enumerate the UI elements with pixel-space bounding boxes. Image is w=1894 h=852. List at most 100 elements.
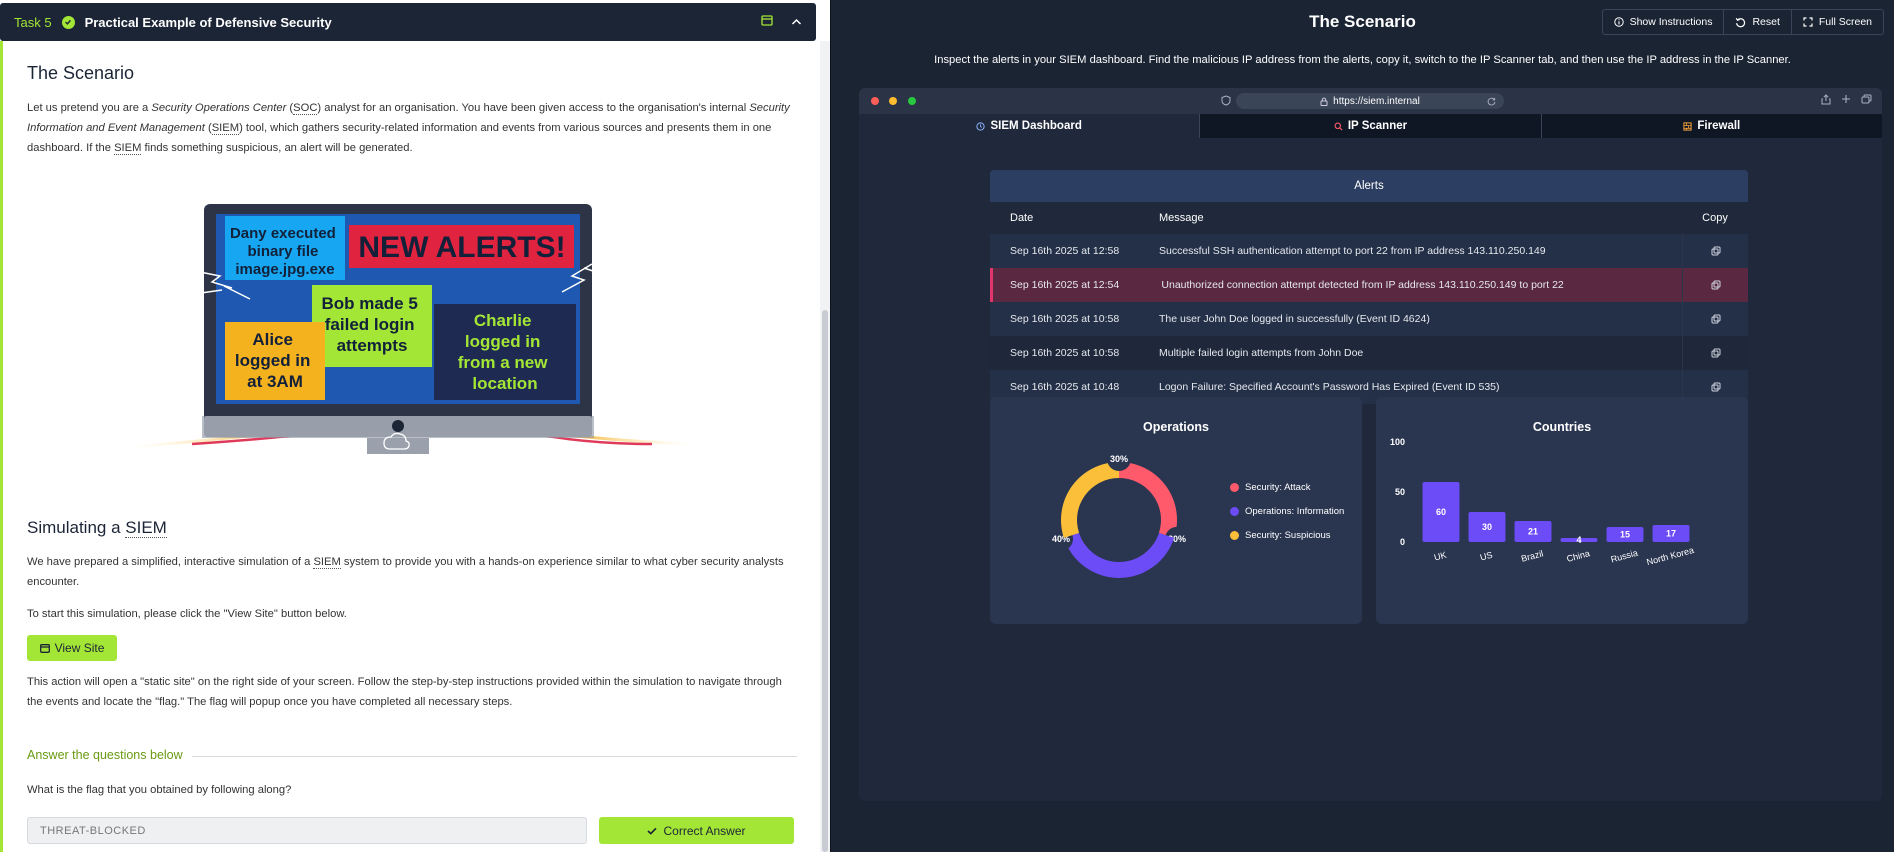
scrollbar-thumb[interactable] [822, 310, 828, 852]
show-instructions-button[interactable]: Show Instructions [1603, 10, 1725, 34]
tabs-icon[interactable] [1861, 94, 1872, 104]
slice-label: 30% [1110, 454, 1128, 464]
bar-value-label: 30 [1482, 522, 1492, 532]
siem-abbr: SIEM [211, 122, 240, 135]
bar-value-label: 60 [1436, 507, 1446, 517]
tab-label: SIEM Dashboard [990, 120, 1082, 132]
answer-input[interactable]: THREAT-BLOCKED [27, 817, 587, 844]
column-message: Message [1159, 212, 1204, 224]
table-row[interactable]: Sep 16th 2025 at 12:58 Successful SSH au… [990, 234, 1748, 268]
donut-slice [1061, 462, 1119, 538]
firewall-icon [1683, 121, 1693, 131]
x-tick-label: China [1566, 548, 1591, 564]
bar-value-label: 21 [1528, 527, 1538, 537]
shield-icon [1221, 95, 1231, 106]
search-icon [1334, 122, 1343, 131]
y-tick-label: 50 [1395, 487, 1405, 497]
alert-message: Successful SSH authentication attempt to… [1159, 245, 1546, 257]
chevron-up-icon[interactable] [791, 13, 802, 31]
alerts-table: Alerts Date Message Copy Sep 16th 2025 a… [990, 170, 1748, 404]
chart-title: Countries [1532, 420, 1592, 434]
close-dot-icon[interactable] [871, 97, 879, 105]
alerts-title: Alerts [990, 170, 1748, 202]
tab-siem-dashboard[interactable]: SIEM Dashboard [859, 114, 1201, 138]
view-site-button[interactable]: View Site [27, 635, 117, 661]
clock-icon [976, 121, 986, 131]
siem-alerts-illustration: Dany executed binary file image.jpg.exe … [132, 204, 693, 454]
correct-answer-label: Correct Answer [663, 823, 746, 838]
simulating-paragraph: We have prepared a simplified, interacti… [27, 556, 784, 588]
simulation-panel: The Scenario Show Instructions Reset Ful… [831, 0, 1894, 852]
copy-icon[interactable] [1682, 336, 1748, 370]
browser-chrome: https://siem.internal [859, 88, 1882, 114]
siem-abbr: SIEM [114, 142, 142, 155]
view-site-label: View Site [54, 641, 105, 655]
share-icon[interactable] [1821, 94, 1831, 105]
maximize-dot-icon[interactable] [907, 97, 916, 105]
info-icon [1613, 17, 1624, 27]
bar-value-label: 15 [1620, 530, 1630, 540]
alert-date: Sep 16th 2025 at 12:54 [1010, 279, 1120, 291]
alert-date: Sep 16th 2025 at 10:58 [1010, 313, 1120, 325]
table-row[interactable]: Sep 16th 2025 at 10:58 The user John Doe… [990, 302, 1748, 336]
x-tick-label: US [1479, 550, 1494, 563]
countries-chart-card: Countries 0 50 100 60 UK 30 US 21 Brazil 4 China 15… [1376, 397, 1748, 624]
alert-date: Sep 16th 2025 at 10:58 [1010, 347, 1120, 359]
full-screen-label: Full Screen [1818, 16, 1872, 28]
question-text: What is the flag that you obtained by fo… [27, 784, 292, 796]
task-panel: Task 5 Practical Example of Defensive Se… [0, 0, 830, 852]
table-row-highlighted[interactable]: Sep 16th 2025 at 12:54 Unauthorized conn… [990, 268, 1748, 302]
copy-icon[interactable] [1682, 234, 1748, 268]
legend-item: Operations: Information [1230, 499, 1344, 523]
browser-window: https://siem.internal SIEM Dashboard IP … [859, 88, 1882, 801]
alert-date: Sep 16th 2025 at 10:48 [1010, 381, 1120, 393]
minimize-dot-icon[interactable] [889, 97, 898, 105]
correct-answer-button[interactable]: Correct Answer [599, 817, 794, 844]
task-number: Task 5 [14, 14, 52, 30]
bar-value-label: 17 [1666, 529, 1676, 539]
simulating-heading: Simulating a SIEM [27, 518, 167, 538]
task-accent-bar [0, 41, 3, 852]
fullscreen-icon [1803, 17, 1813, 27]
alert-message: Logon Failure: Specified Account's Passw… [1159, 381, 1500, 393]
x-tick-label: North Korea [1645, 545, 1694, 567]
address-bar[interactable]: https://siem.internal [1236, 93, 1504, 109]
scenario-heading: The Scenario [27, 63, 135, 83]
y-tick-label: 0 [1400, 537, 1405, 547]
tab-ip-scanner[interactable]: IP Scanner [1200, 114, 1542, 138]
calendar-icon[interactable] [761, 13, 773, 31]
svg-text:Bob made 5 failed logi: Bob made 5 failed login attempts [321, 294, 422, 355]
tab-label: IP Scanner [1347, 120, 1408, 132]
chart-title: Operations [1143, 420, 1209, 434]
tab-label: Firewall [1697, 120, 1741, 132]
column-date: Date [1010, 212, 1034, 224]
copy-icon[interactable] [1682, 268, 1748, 302]
tab-firewall[interactable]: Firewall [1542, 114, 1882, 138]
reset-button[interactable]: Reset [1724, 10, 1792, 34]
chart-legend: Security: Attack Operations: Information… [1230, 475, 1344, 547]
reset-icon [1736, 17, 1746, 27]
donut-slice [1063, 532, 1175, 578]
copy-icon[interactable] [1682, 302, 1748, 336]
table-row[interactable]: Sep 16th 2025 at 10:58 Multiple failed l… [990, 336, 1748, 370]
lock-icon [1320, 97, 1328, 106]
alert-message: Multiple failed login attempts from John… [1159, 347, 1364, 359]
table-header: Date Message Copy [990, 202, 1748, 234]
legend-item: Security: Suspicious [1230, 523, 1344, 547]
url-text: https://siem.internal [1333, 95, 1420, 107]
full-screen-button[interactable]: Full Screen [1792, 10, 1883, 34]
start-instructions: To start this simulation, please click t… [27, 608, 347, 620]
x-tick-label: Brazil [1520, 548, 1544, 563]
x-tick-label: UK [1433, 550, 1448, 563]
bar-value-label: 4 [1576, 535, 1581, 545]
new-alerts-text: NEW ALERTS! [358, 231, 565, 264]
donut-slice [1119, 462, 1177, 538]
column-copy: Copy [1702, 212, 1728, 224]
task-header[interactable]: Task 5 Practical Example of Defensive Se… [0, 3, 816, 41]
reload-icon [1487, 97, 1496, 105]
y-tick-label: 100 [1390, 437, 1405, 447]
divider [192, 756, 797, 757]
alert-message: The user John Doe logged in successfully… [1159, 313, 1430, 325]
soc-abbr: SOC [293, 102, 318, 115]
plus-icon[interactable] [1841, 94, 1851, 104]
